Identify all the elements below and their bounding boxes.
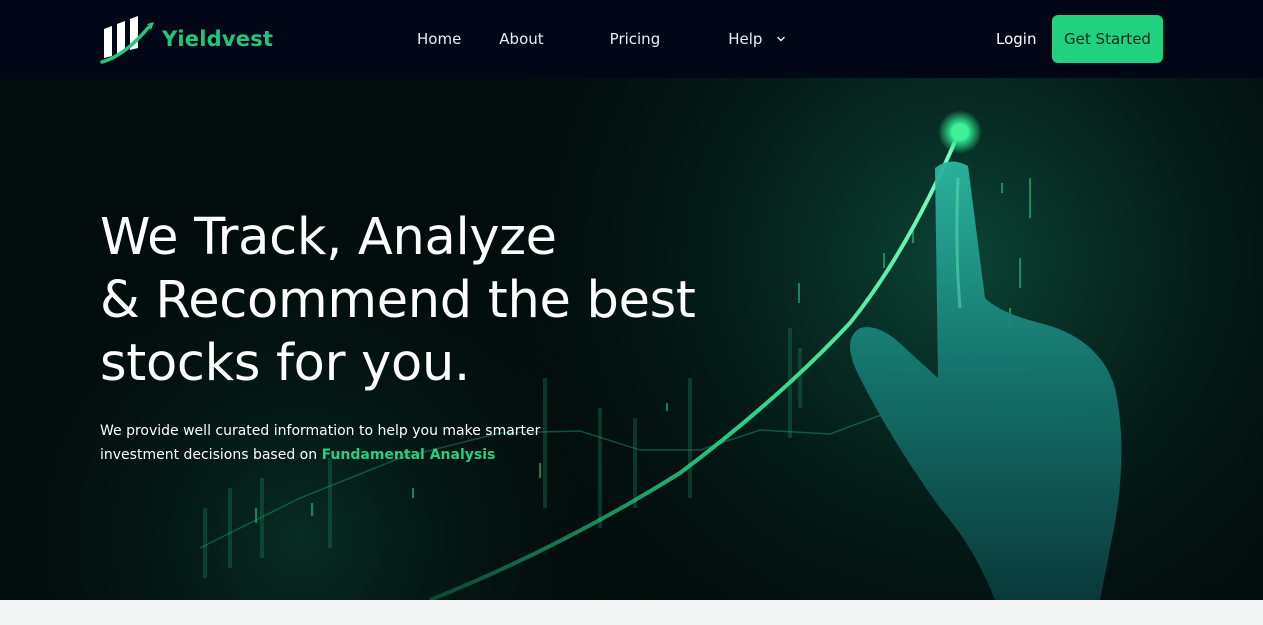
- nav-help-label: Help: [728, 30, 763, 48]
- bar-chart-logo-icon: [100, 16, 154, 64]
- hero-subtitle: We provide well curated information to h…: [100, 419, 570, 467]
- brand-logo[interactable]: Yieldvest: [100, 14, 273, 64]
- hero-headline-line-2: & Recommend the best: [100, 271, 696, 330]
- brand-name: Yieldvest: [162, 27, 274, 51]
- nav-pricing-link[interactable]: Pricing: [610, 30, 661, 48]
- top-navbar: Yieldvest Home About Pricing Help Login …: [0, 0, 1263, 78]
- chevron-down-icon: [777, 36, 786, 42]
- hero-section: We Track, Analyze & Recommend the best s…: [0, 78, 1263, 600]
- nav-about-link[interactable]: About: [499, 30, 543, 48]
- fundamental-analysis-highlight: Fundamental Analysis: [321, 447, 496, 463]
- hero-headline-line-1: We Track, Analyze: [100, 208, 557, 267]
- login-link[interactable]: Login: [996, 0, 1036, 78]
- main-nav: Home About Pricing Help: [417, 0, 786, 78]
- nav-help-dropdown[interactable]: Help: [728, 30, 786, 48]
- next-section-strip: [0, 600, 1263, 625]
- nav-home-link[interactable]: Home: [417, 30, 461, 48]
- hero-headline: We Track, Analyze & Recommend the best s…: [100, 206, 740, 395]
- hero-headline-line-3: stocks for you.: [100, 334, 470, 393]
- get-started-button[interactable]: Get Started: [1052, 15, 1163, 63]
